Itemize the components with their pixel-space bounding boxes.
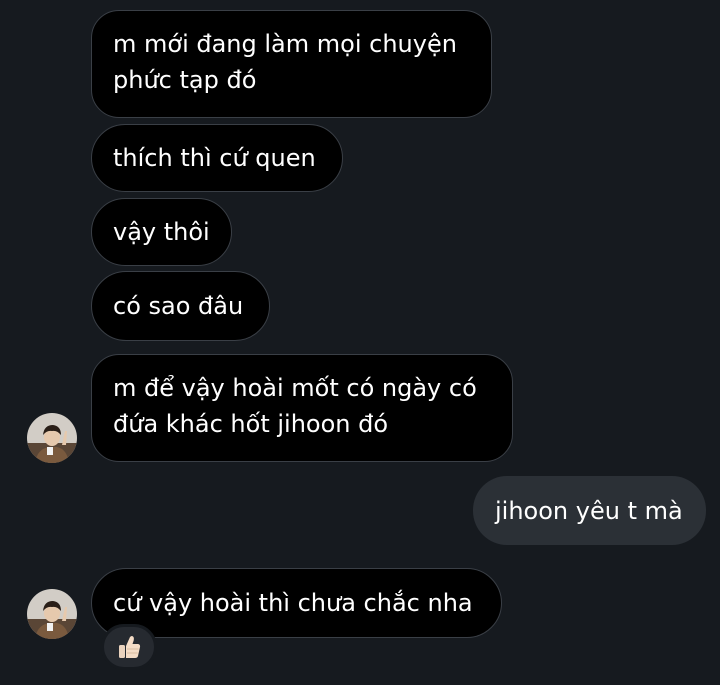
message-reaction[interactable] — [101, 624, 157, 670]
message-bubble[interactable]: m để vậy hoài mốt có ngày có đứa khác hố… — [91, 354, 513, 462]
message-bubble[interactable]: có sao đâu — [91, 271, 270, 341]
message-bubble[interactable]: m mới đang làm mọi chuyện phức tạp đó — [91, 10, 492, 118]
message-bubble[interactable]: thích thì cứ quen — [91, 124, 343, 192]
message-text: phức tạp đó — [113, 66, 257, 94]
message-text: m mới đang làm mọi chuyện — [113, 30, 457, 58]
thumbs-up-icon — [119, 636, 141, 658]
message-bubble[interactable]: cứ vậy hoài thì chưa chắc nha — [91, 568, 502, 638]
message-text: jihoon yêu t mà — [495, 496, 683, 525]
message-text: vậy thôi — [113, 218, 210, 246]
avatar-image — [27, 589, 77, 639]
message-bubble[interactable]: vậy thôi — [91, 198, 232, 266]
sent-message-bubble[interactable]: jihoon yêu t mà — [473, 476, 706, 545]
avatar-image — [27, 413, 77, 463]
message-text: có sao đâu — [113, 292, 244, 320]
message-text: cứ vậy hoài thì chưa chắc nha — [113, 589, 473, 617]
message-text: m để vậy hoài mốt có ngày có — [113, 374, 477, 402]
contact-avatar[interactable] — [27, 589, 77, 639]
message-text: thích thì cứ quen — [113, 144, 316, 172]
contact-avatar[interactable] — [27, 413, 77, 463]
message-text: đứa khác hốt jihoon đó — [113, 410, 389, 438]
